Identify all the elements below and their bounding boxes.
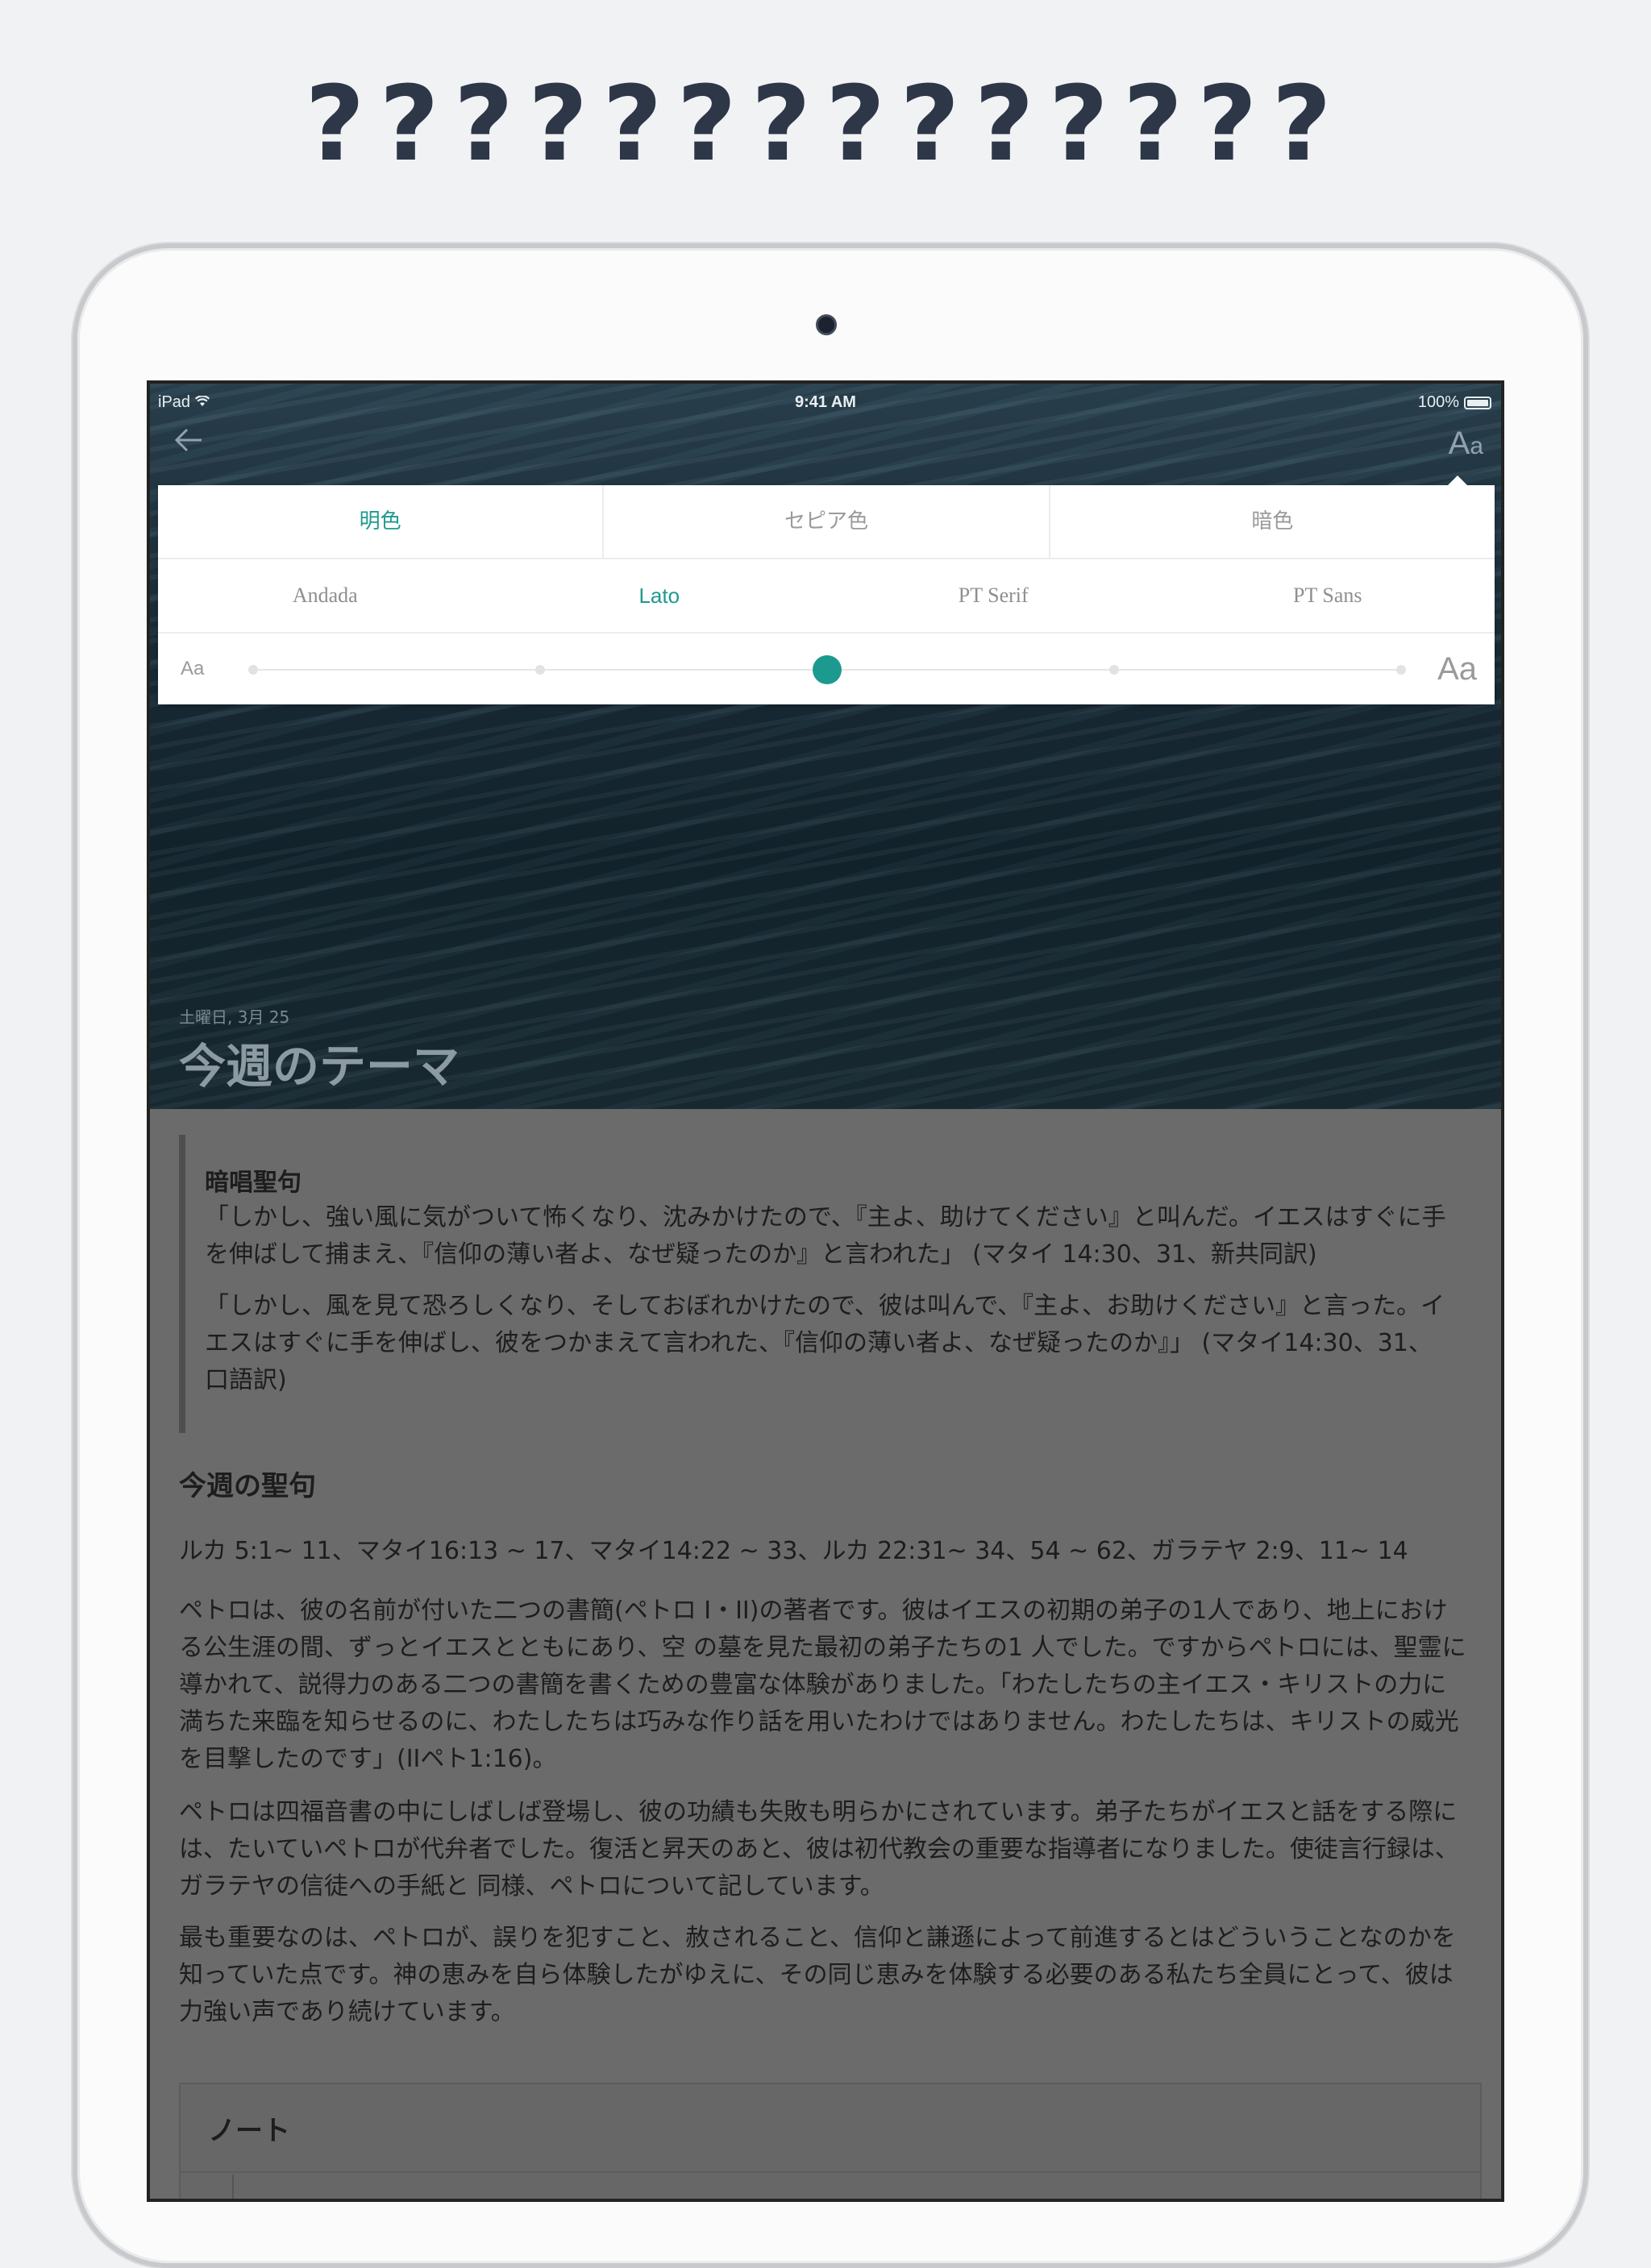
promo-headline: ?????????????? xyxy=(305,64,1346,185)
font-lato-option[interactable]: Lato xyxy=(493,559,827,632)
battery-icon xyxy=(1464,396,1491,409)
font-selector: Andada Lato PT Serif PT Sans xyxy=(158,559,1495,633)
font-size-slider[interactable] xyxy=(248,655,1406,684)
notes-cursor xyxy=(232,2175,234,2199)
scripture-references: ルカ 5:1~ 11、マタイ16:13 ~ 17、マタイ14:22 ~ 33、ル… xyxy=(179,1537,1408,1565)
font-size-stop[interactable] xyxy=(1109,665,1119,675)
status-bar: iPad 9:41 AM 100% xyxy=(150,390,1501,419)
intro-paragraph-1: ペトロは、彼の名前が付いた二つの書簡(ペトロ I・II)の著者です。彼はイエスの… xyxy=(179,1597,1466,1773)
intro-paragraph-2: ペトロは四福音書の中にしばしば登場し、彼の功績も失敗も明らかにされています。弟子… xyxy=(179,1798,1459,1900)
notes-section[interactable]: ノート xyxy=(179,2083,1482,2199)
theme-dark-option[interactable]: 暗色 xyxy=(1050,485,1495,558)
memory-verse-title: 暗唱聖句 xyxy=(205,1169,302,1197)
notes-divider xyxy=(181,2171,1480,2173)
text-settings-button[interactable]: Aa xyxy=(1449,426,1483,461)
font-ptserif-option[interactable]: PT Serif xyxy=(826,559,1161,632)
camera-icon xyxy=(816,314,837,335)
battery-percent: 100% xyxy=(1417,393,1459,411)
font-size-stop[interactable] xyxy=(535,665,545,675)
aa-large-letter: A xyxy=(1448,426,1470,461)
scripture-title: 今週の聖句 xyxy=(179,1470,316,1502)
app-screen: iPad 9:41 AM 100% Aa 明色 セピア色 暗色 Andada L… xyxy=(147,380,1504,2202)
theme-selector: 明色 セピア色 暗色 xyxy=(158,485,1495,559)
memory-verse-text-1: 「しかし、強い風に気がついて怖くなり、沈みかけたので、『主よ、助けてください』と… xyxy=(205,1203,1446,1269)
font-size-stop[interactable] xyxy=(1396,665,1406,675)
status-time: 9:41 AM xyxy=(795,393,856,411)
lesson-content: 暗唱聖句 「しかし、強い風に気がついて怖くなり、沈みかけたので、『主よ、助けてく… xyxy=(150,1109,1501,2199)
memory-verse-block: 暗唱聖句 「しかし、強い風に気がついて怖くなり、沈みかけたので、『主よ、助けてく… xyxy=(179,1135,1458,1433)
notes-title: ノート xyxy=(208,2115,290,2147)
theme-light-option[interactable]: 明色 xyxy=(158,485,605,558)
font-size-large-label: Aa xyxy=(1437,651,1477,687)
status-battery: 100% xyxy=(1418,393,1491,412)
font-size-small-label: Aa xyxy=(181,658,205,679)
arrow-left-icon xyxy=(174,428,202,452)
back-button[interactable] xyxy=(173,426,213,458)
reading-settings-popover: 明色 セピア色 暗色 Andada Lato PT Serif PT Sans … xyxy=(158,476,1495,706)
hero-image: iPad 9:41 AM 100% Aa 明色 セピア色 暗色 Andada L… xyxy=(150,384,1501,1109)
intro-paragraph-3: 最も重要なのは、ペトロが、誤りを犯すこと、赦されること、信仰と謙遜によって前進す… xyxy=(179,1924,1456,2026)
font-size-stop[interactable] xyxy=(248,665,258,675)
theme-sepia-option[interactable]: セピア色 xyxy=(604,485,1050,558)
font-andada-option[interactable]: Andada xyxy=(158,559,493,632)
aa-small-letter: a xyxy=(1470,433,1483,459)
font-size-row: Aa Aa xyxy=(158,633,1495,706)
lesson-date: 土曜日, 3月 25 xyxy=(179,1007,290,1027)
lesson-title: 今週のテーマ xyxy=(179,1039,460,1094)
font-ptsans-option[interactable]: PT Sans xyxy=(1161,559,1495,632)
memory-verse-text-2: 「しかし、風を見て恐ろしくなり、そしておぼれかけたので、彼は叫んで、『主よ、お助… xyxy=(205,1292,1445,1394)
font-size-slider-knob[interactable] xyxy=(813,655,842,684)
